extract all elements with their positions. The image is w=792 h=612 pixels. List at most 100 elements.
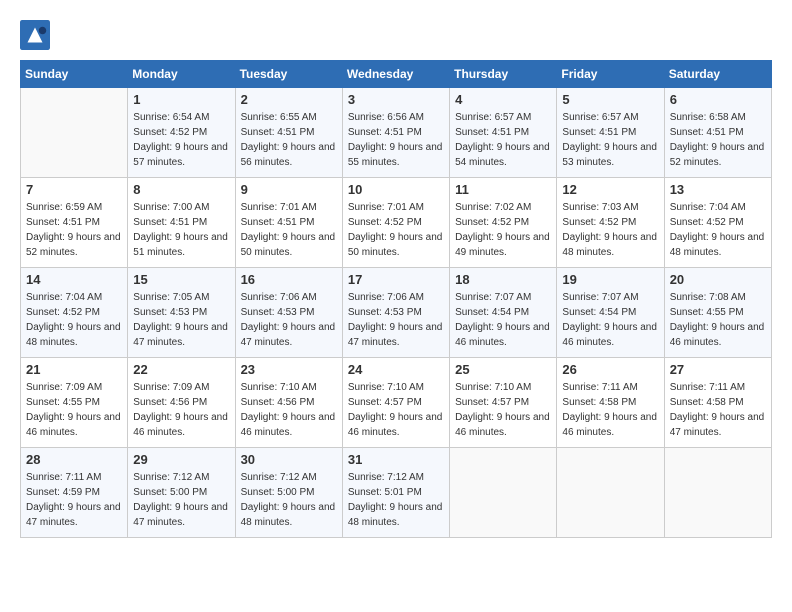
day-info: Sunrise: 7:02 AMSunset: 4:52 PMDaylight:… [455, 200, 551, 260]
logo [20, 20, 54, 50]
calendar-header-row: SundayMondayTuesdayWednesdayThursdayFrid… [21, 61, 772, 88]
day-info: Sunrise: 7:05 AMSunset: 4:53 PMDaylight:… [133, 290, 229, 350]
day-info: Sunrise: 6:57 AMSunset: 4:51 PMDaylight:… [562, 110, 658, 170]
calendar-cell: 24 Sunrise: 7:10 AMSunset: 4:57 PMDayligh… [342, 358, 449, 448]
day-number: 27 [670, 362, 766, 377]
day-number: 24 [348, 362, 444, 377]
calendar-cell: 4 Sunrise: 6:57 AMSunset: 4:51 PMDaylight… [450, 88, 557, 178]
day-info: Sunrise: 6:59 AMSunset: 4:51 PMDaylight:… [26, 200, 122, 260]
day-number: 21 [26, 362, 122, 377]
calendar-cell: 31 Sunrise: 7:12 AMSunset: 5:01 PMDayligh… [342, 448, 449, 538]
calendar-cell: 18 Sunrise: 7:07 AMSunset: 4:54 PMDayligh… [450, 268, 557, 358]
day-info: Sunrise: 7:10 AMSunset: 4:57 PMDaylight:… [348, 380, 444, 440]
calendar-cell: 12 Sunrise: 7:03 AMSunset: 4:52 PMDayligh… [557, 178, 664, 268]
day-info: Sunrise: 6:54 AMSunset: 4:52 PMDaylight:… [133, 110, 229, 170]
calendar-cell [664, 448, 771, 538]
calendar-week-3: 14Sunrise: 7:04 AMSunset: 4:52 PMDayligh… [21, 268, 772, 358]
calendar-week-1: 1Sunrise: 6:54 AMSunset: 4:52 PMDaylight… [21, 88, 772, 178]
day-info: Sunrise: 7:04 AMSunset: 4:52 PMDaylight:… [670, 200, 766, 260]
calendar-cell: 8 Sunrise: 7:00 AMSunset: 4:51 PMDaylight… [128, 178, 235, 268]
calendar-cell: 2 Sunrise: 6:55 AMSunset: 4:51 PMDaylight… [235, 88, 342, 178]
day-info: Sunrise: 7:06 AMSunset: 4:53 PMDaylight:… [241, 290, 337, 350]
day-info: Sunrise: 7:12 AMSunset: 5:01 PMDaylight:… [348, 470, 444, 530]
calendar-cell: 21 Sunrise: 7:09 AMSunset: 4:55 PMDayligh… [21, 358, 128, 448]
calendar-cell: 22 Sunrise: 7:09 AMSunset: 4:56 PMDayligh… [128, 358, 235, 448]
day-info: Sunrise: 7:00 AMSunset: 4:51 PMDaylight:… [133, 200, 229, 260]
day-info: Sunrise: 7:03 AMSunset: 4:52 PMDaylight:… [562, 200, 658, 260]
calendar-cell: 19 Sunrise: 7:07 AMSunset: 4:54 PMDayligh… [557, 268, 664, 358]
header-monday: Monday [128, 61, 235, 88]
calendar-cell: 15 Sunrise: 7:05 AMSunset: 4:53 PMDayligh… [128, 268, 235, 358]
calendar-cell: 10 Sunrise: 7:01 AMSunset: 4:52 PMDayligh… [342, 178, 449, 268]
calendar-cell [557, 448, 664, 538]
calendar-cell: 23Sunrise: 7:10 AMSunset: 4:56 PMDayligh… [235, 358, 342, 448]
calendar-cell: 27 Sunrise: 7:11 AMSunset: 4:58 PMDayligh… [664, 358, 771, 448]
logo-icon [20, 20, 50, 50]
calendar-cell: 25Sunrise: 7:10 AMSunset: 4:57 PMDayligh… [450, 358, 557, 448]
calendar-cell: 13 Sunrise: 7:04 AMSunset: 4:52 PMDayligh… [664, 178, 771, 268]
day-number: 16 [241, 272, 337, 287]
day-info: Sunrise: 7:01 AMSunset: 4:52 PMDaylight:… [348, 200, 444, 260]
header-tuesday: Tuesday [235, 61, 342, 88]
day-info: Sunrise: 6:57 AMSunset: 4:51 PMDaylight:… [455, 110, 551, 170]
header-friday: Friday [557, 61, 664, 88]
day-info: Sunrise: 7:07 AMSunset: 4:54 PMDaylight:… [562, 290, 658, 350]
calendar-cell: 7Sunrise: 6:59 AMSunset: 4:51 PMDaylight… [21, 178, 128, 268]
day-info: Sunrise: 7:10 AMSunset: 4:57 PMDaylight:… [455, 380, 551, 440]
day-info: Sunrise: 6:55 AMSunset: 4:51 PMDaylight:… [241, 110, 337, 170]
day-number: 14 [26, 272, 122, 287]
day-number: 31 [348, 452, 444, 467]
day-number: 10 [348, 182, 444, 197]
calendar-cell: 17 Sunrise: 7:06 AMSunset: 4:53 PMDayligh… [342, 268, 449, 358]
calendar-week-2: 7Sunrise: 6:59 AMSunset: 4:51 PMDaylight… [21, 178, 772, 268]
calendar-cell: 1Sunrise: 6:54 AMSunset: 4:52 PMDaylight… [128, 88, 235, 178]
day-number: 6 [670, 92, 766, 107]
day-number: 2 [241, 92, 337, 107]
calendar-week-5: 28 Sunrise: 7:11 AMSunset: 4:59 PMDayligh… [21, 448, 772, 538]
day-info: Sunrise: 7:12 AMSunset: 5:00 PMDaylight:… [241, 470, 337, 530]
calendar-cell: 29Sunrise: 7:12 AMSunset: 5:00 PMDayligh… [128, 448, 235, 538]
day-info: Sunrise: 7:06 AMSunset: 4:53 PMDaylight:… [348, 290, 444, 350]
day-number: 19 [562, 272, 658, 287]
day-info: Sunrise: 7:01 AMSunset: 4:51 PMDaylight:… [241, 200, 337, 260]
calendar-cell: 5 Sunrise: 6:57 AMSunset: 4:51 PMDaylight… [557, 88, 664, 178]
day-info: Sunrise: 7:07 AMSunset: 4:54 PMDaylight:… [455, 290, 551, 350]
day-info: Sunrise: 6:56 AMSunset: 4:51 PMDaylight:… [348, 110, 444, 170]
calendar-cell [21, 88, 128, 178]
day-number: 5 [562, 92, 658, 107]
day-number: 17 [348, 272, 444, 287]
day-info: Sunrise: 7:11 AMSunset: 4:58 PMDaylight:… [562, 380, 658, 440]
day-number: 8 [133, 182, 229, 197]
calendar-cell: 30 Sunrise: 7:12 AMSunset: 5:00 PMDayligh… [235, 448, 342, 538]
calendar-cell: 6 Sunrise: 6:58 AMSunset: 4:51 PMDaylight… [664, 88, 771, 178]
day-info: Sunrise: 7:09 AMSunset: 4:55 PMDaylight:… [26, 380, 122, 440]
day-number: 18 [455, 272, 551, 287]
day-number: 28 [26, 452, 122, 467]
day-info: Sunrise: 7:09 AMSunset: 4:56 PMDaylight:… [133, 380, 229, 440]
header-saturday: Saturday [664, 61, 771, 88]
day-number: 3 [348, 92, 444, 107]
day-info: Sunrise: 7:12 AMSunset: 5:00 PMDaylight:… [133, 470, 229, 530]
day-number: 22 [133, 362, 229, 377]
calendar-cell: 9 Sunrise: 7:01 AMSunset: 4:51 PMDaylight… [235, 178, 342, 268]
calendar-cell: 28 Sunrise: 7:11 AMSunset: 4:59 PMDayligh… [21, 448, 128, 538]
header-sunday: Sunday [21, 61, 128, 88]
calendar-table: SundayMondayTuesdayWednesdayThursdayFrid… [20, 60, 772, 538]
day-number: 13 [670, 182, 766, 197]
day-number: 4 [455, 92, 551, 107]
calendar-cell: 11Sunrise: 7:02 AMSunset: 4:52 PMDayligh… [450, 178, 557, 268]
day-number: 30 [241, 452, 337, 467]
day-number: 15 [133, 272, 229, 287]
day-info: Sunrise: 7:11 AMSunset: 4:59 PMDaylight:… [26, 470, 122, 530]
calendar-cell: 16 Sunrise: 7:06 AMSunset: 4:53 PMDayligh… [235, 268, 342, 358]
day-info: Sunrise: 7:11 AMSunset: 4:58 PMDaylight:… [670, 380, 766, 440]
header-wednesday: Wednesday [342, 61, 449, 88]
day-info: Sunrise: 7:08 AMSunset: 4:55 PMDaylight:… [670, 290, 766, 350]
day-number: 9 [241, 182, 337, 197]
calendar-cell: 26Sunrise: 7:11 AMSunset: 4:58 PMDayligh… [557, 358, 664, 448]
day-number: 12 [562, 182, 658, 197]
day-info: Sunrise: 7:10 AMSunset: 4:56 PMDaylight:… [241, 380, 337, 440]
day-number: 20 [670, 272, 766, 287]
calendar-cell [450, 448, 557, 538]
day-info: Sunrise: 6:58 AMSunset: 4:51 PMDaylight:… [670, 110, 766, 170]
